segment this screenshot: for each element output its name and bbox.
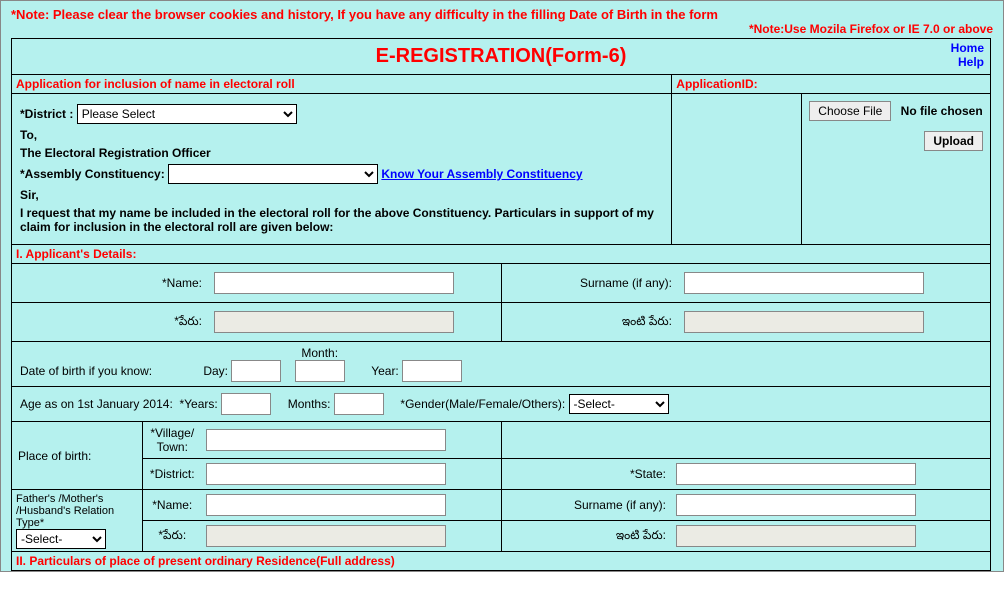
- intiperu2-input[interactable]: [676, 525, 916, 547]
- request-text: I request that my name be included in th…: [20, 206, 663, 234]
- to-line: To,: [20, 128, 663, 142]
- section1-header: I. Applicant's Details:: [12, 245, 991, 264]
- year-input[interactable]: [402, 360, 462, 382]
- relation-type-label: Father's /Mother's /Husband's Relation T…: [16, 493, 138, 529]
- intiperu2-label: ఇంటి పేరు:: [502, 521, 672, 552]
- dob-label: Date of birth if you know:: [20, 364, 200, 378]
- section2-header: II. Particulars of place of present ordi…: [12, 552, 991, 571]
- years-label: *Years:: [179, 397, 217, 411]
- day-label: Day:: [203, 364, 228, 378]
- name-input[interactable]: [214, 272, 454, 294]
- month-input[interactable]: [295, 360, 345, 382]
- assembly-label: *Assembly Constituency:: [20, 167, 165, 181]
- age-label: Age as on 1st January 2014:: [20, 397, 173, 411]
- help-link[interactable]: Help: [951, 55, 984, 69]
- state-input[interactable]: [676, 463, 916, 485]
- month-label: Month:: [295, 346, 345, 360]
- intiperu-input[interactable]: [684, 311, 924, 333]
- app-header-right: ApplicationID:: [672, 75, 991, 94]
- years-input[interactable]: [221, 393, 271, 415]
- surname-label: Surname (if any):: [508, 268, 678, 298]
- gender-select[interactable]: -Select-: [569, 394, 669, 414]
- peru2-label: *పేరు:: [142, 521, 202, 552]
- app-header-left: Application for inclusion of name in ele…: [12, 75, 672, 94]
- year-label: Year:: [371, 364, 399, 378]
- surname2-label: Surname (if any):: [502, 490, 672, 521]
- surname-input[interactable]: [684, 272, 924, 294]
- gender-label: *Gender(Male/Female/Others):: [400, 397, 565, 411]
- day-input[interactable]: [231, 360, 281, 382]
- district2-input[interactable]: [206, 463, 446, 485]
- district-label: *District :: [20, 107, 73, 121]
- name-label: *Name:: [18, 268, 208, 298]
- officer-line: The Electoral Registration Officer: [20, 146, 663, 160]
- home-link[interactable]: Home: [951, 41, 984, 55]
- assembly-select[interactable]: [168, 164, 378, 184]
- peru2-input[interactable]: [206, 525, 446, 547]
- file-chosen-text: No file chosen: [901, 104, 983, 118]
- sir-line: Sir,: [20, 188, 663, 202]
- intiperu-label: ఇంటి పేరు:: [508, 307, 678, 337]
- surname2-input[interactable]: [676, 494, 916, 516]
- months-input[interactable]: [334, 393, 384, 415]
- peru-label: *పేరు:: [18, 307, 208, 337]
- note-browser: *Note:Use Mozila Firefox or IE 7.0 or ab…: [1, 22, 1003, 38]
- months-label: Months:: [288, 397, 331, 411]
- relation-type-select[interactable]: -Select-: [16, 529, 106, 549]
- know-constituency-link[interactable]: Know Your Assembly Constituency: [381, 167, 582, 181]
- village-input[interactable]: [206, 429, 446, 451]
- name2-label: *Name:: [142, 490, 202, 521]
- upload-button[interactable]: Upload: [924, 131, 983, 151]
- choose-file-button[interactable]: Choose File: [809, 101, 891, 121]
- district2-label: *District:: [142, 459, 202, 490]
- state-label: *State:: [502, 459, 672, 490]
- village-label: *Village/ Town:: [142, 422, 202, 459]
- photo-placeholder: [672, 94, 802, 245]
- district-select[interactable]: Please Select: [77, 104, 297, 124]
- name2-input[interactable]: [206, 494, 446, 516]
- page-title: E-REGISTRATION(Form-6): [376, 45, 627, 67]
- note-cookies: *Note: Please clear the browser cookies …: [1, 5, 1003, 22]
- place-label: Place of birth:: [12, 422, 142, 489]
- peru-input[interactable]: [214, 311, 454, 333]
